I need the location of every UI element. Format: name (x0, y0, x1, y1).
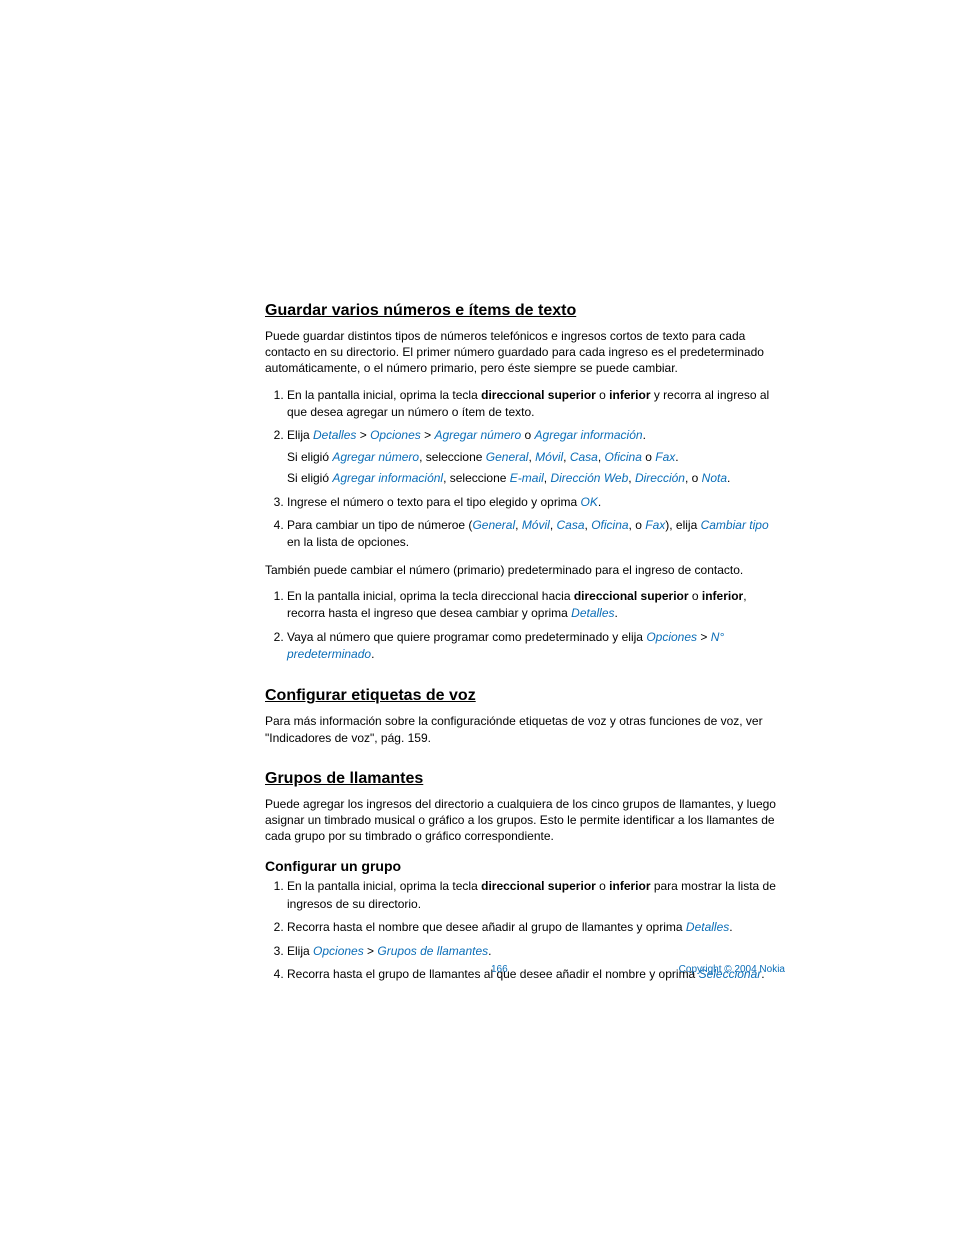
sub-line: Si eligió Agregar número, seleccione Gen… (287, 449, 785, 466)
list-item: Recorra hasta el nombre que desee añadir… (287, 919, 785, 936)
intro-paragraph: Puede guardar distintos tipos de números… (265, 328, 785, 377)
list-item: Vaya al número que quiere programar como… (287, 629, 785, 664)
ui-option: Opciones (370, 428, 421, 442)
ordered-list-1: En la pantalla inicial, oprima la tecla … (265, 387, 785, 552)
sub-line: Si eligió Agregar informaciónl, seleccio… (287, 470, 785, 487)
heading-grupos-llamantes: Grupos de llamantes (265, 770, 785, 788)
list-item: Ingrese el número o texto para el tipo e… (287, 494, 785, 511)
paragraph: También puede cambiar el número (primari… (265, 562, 785, 578)
list-item: En la pantalla inicial, oprima la tecla … (287, 878, 785, 913)
ui-option: Agregar número (434, 428, 521, 442)
list-item: En la pantalla inicial, oprima la tecla … (287, 387, 785, 422)
paragraph: Para más información sobre la configurac… (265, 713, 785, 745)
list-item: Elija Detalles > Opciones > Agregar núme… (287, 427, 785, 487)
ui-option: Detalles (313, 428, 356, 442)
paragraph: Puede agregar los ingresos del directori… (265, 796, 785, 845)
heading-etiquetas-voz: Configurar etiquetas de voz (265, 687, 785, 705)
page-content: Guardar varios números e ítems de texto … (265, 302, 785, 993)
list-item: Para cambiar un tipo de númeroe (General… (287, 517, 785, 552)
ordered-list-2: En la pantalla inicial, oprima la tecla … (265, 588, 785, 664)
list-item: En la pantalla inicial, oprima la tecla … (287, 588, 785, 623)
page-number: 166 (491, 964, 508, 975)
subheading-configurar-grupo: Configurar un grupo (265, 858, 785, 874)
copyright: Copyright © 2004 Nokia (679, 964, 785, 975)
list-item: Elija Opciones > Grupos de llamantes. (287, 943, 785, 960)
ui-option: Agregar información (535, 428, 643, 442)
heading-guardar-numeros: Guardar varios números e ítems de texto (265, 302, 785, 320)
